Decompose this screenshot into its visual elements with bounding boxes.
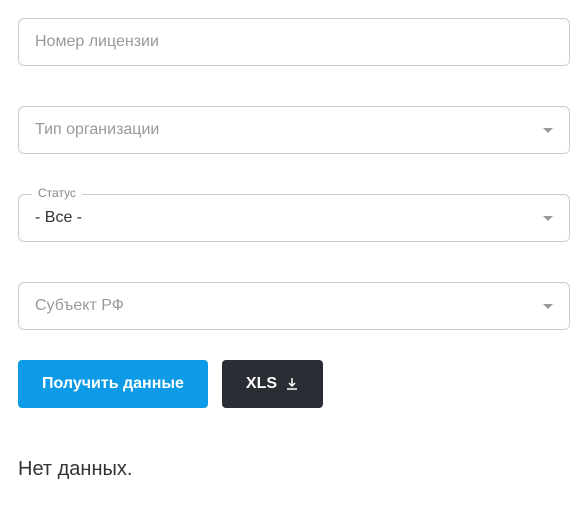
- export-label: XLS: [246, 375, 277, 393]
- org-type-field: Тип организации: [18, 106, 570, 154]
- no-data-message: Нет данных.: [18, 458, 570, 481]
- chevron-down-icon: [543, 128, 553, 133]
- status-value: - Все -: [35, 209, 82, 227]
- license-input-wrapper[interactable]: [18, 18, 570, 66]
- status-label: Статус: [32, 186, 82, 200]
- org-type-placeholder: Тип организации: [35, 121, 159, 139]
- chevron-down-icon: [543, 216, 553, 221]
- export-xls-button[interactable]: XLS: [222, 360, 323, 408]
- region-select[interactable]: Субъект РФ: [18, 282, 570, 330]
- region-field: Субъект РФ: [18, 282, 570, 330]
- license-number-field: [18, 18, 570, 66]
- chevron-down-icon: [543, 304, 553, 309]
- status-field: Статус - Все -: [18, 194, 570, 242]
- submit-button[interactable]: Получить данные: [18, 360, 208, 408]
- license-number-input[interactable]: [35, 33, 553, 51]
- status-select[interactable]: - Все -: [18, 194, 570, 242]
- download-icon: [285, 377, 299, 391]
- submit-label: Получить данные: [42, 375, 184, 393]
- org-type-select[interactable]: Тип организации: [18, 106, 570, 154]
- region-placeholder: Субъект РФ: [35, 297, 124, 315]
- button-row: Получить данные XLS: [18, 360, 570, 408]
